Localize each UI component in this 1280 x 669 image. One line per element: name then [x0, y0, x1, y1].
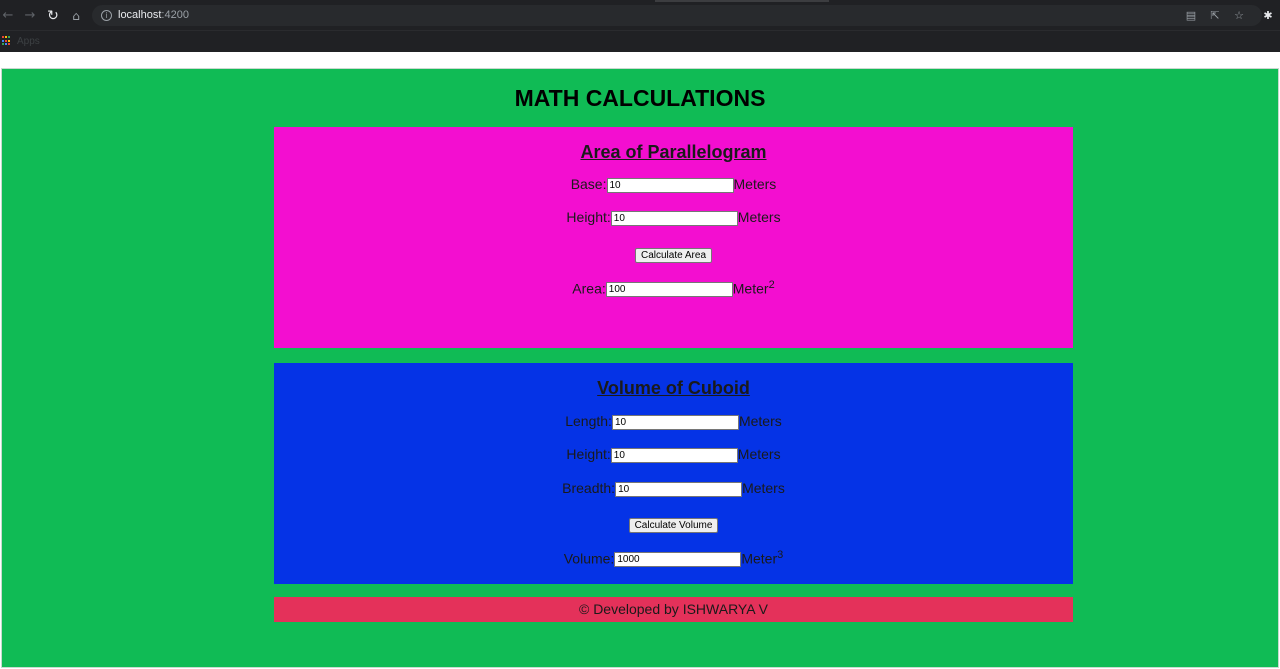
- area-result-exponent: 2: [768, 279, 775, 291]
- area-result-unit: Meter: [732, 280, 769, 297]
- breadth-row: Breadth: Meters: [274, 480, 1073, 497]
- url-host: localhost: [118, 9, 162, 21]
- footer: © Developed by ISHWARYA V: [274, 597, 1073, 622]
- extensions-icon[interactable]: ✱: [1261, 9, 1275, 23]
- apps-label[interactable]: Apps: [17, 36, 40, 47]
- breadth-input[interactable]: [615, 481, 743, 497]
- volume-result-row: Volume: Meter3: [274, 549, 1073, 568]
- length-input[interactable]: [611, 414, 739, 430]
- volume-height-input[interactable]: [610, 447, 738, 463]
- area-result-row: Area: Meter2: [274, 279, 1073, 298]
- star-icon[interactable]: ☆: [1232, 9, 1246, 23]
- base-unit: Meters: [733, 176, 777, 192]
- volume-height-label: Height:: [566, 446, 611, 462]
- page-title: MATH CALCULATIONS: [514, 85, 766, 111]
- page-body: MATH CALCULATIONS Area of Parallelogram …: [1, 68, 1279, 668]
- volume-result-unit: Meter: [741, 550, 778, 567]
- volume-height-unit: Meters: [737, 446, 781, 462]
- base-label: Base:: [570, 176, 607, 192]
- url-text[interactable]: localhost:4200: [118, 9, 189, 21]
- address-bar[interactable]: [92, 5, 1262, 26]
- translate-icon[interactable]: ▤: [1184, 9, 1198, 23]
- info-icon[interactable]: i: [101, 10, 112, 21]
- home-icon[interactable]: ⌂: [68, 8, 84, 24]
- volume-result-label: Volume:: [563, 550, 615, 567]
- length-unit: Meters: [738, 413, 782, 429]
- base-input[interactable]: [606, 177, 734, 193]
- url-port: :4200: [161, 9, 189, 21]
- volume-result-exponent: 3: [777, 549, 784, 561]
- breadth-unit: Meters: [742, 480, 785, 496]
- area-height-unit: Meters: [737, 209, 781, 225]
- bookmarks-bar: Apps: [0, 30, 1280, 52]
- volume-height-row: Height: Meters: [274, 446, 1073, 463]
- area-result-input[interactable]: [605, 282, 733, 298]
- active-tab-indicator: [655, 0, 829, 2]
- share-icon[interactable]: ⇱: [1208, 9, 1222, 23]
- volume-result-input[interactable]: [614, 552, 742, 568]
- area-height-row: Height: Meters: [274, 209, 1073, 226]
- footer-text: © Developed by ISHWARYA V: [578, 601, 769, 617]
- calculate-volume-button[interactable]: Calculate Volume: [628, 518, 719, 533]
- area-heading: Area of Parallelogram: [580, 142, 767, 162]
- back-icon[interactable]: ←: [0, 8, 16, 24]
- forward-icon[interactable]: →: [22, 8, 38, 24]
- area-card: Area of Parallelogram Base: Meters Height…: [274, 127, 1073, 348]
- reload-icon[interactable]: ↻: [45, 8, 61, 24]
- volume-button-row: Calculate Volume: [274, 515, 1073, 533]
- apps-grid-icon[interactable]: [2, 36, 12, 46]
- base-row: Base: Meters: [274, 176, 1073, 193]
- page-top-gap: [0, 52, 1280, 68]
- calculate-area-button[interactable]: Calculate Area: [634, 248, 713, 263]
- length-label: Length:: [565, 413, 612, 429]
- volume-card: Volume of Cuboid Length: Meters Height: Me…: [274, 363, 1073, 584]
- breadth-label: Breadth:: [562, 480, 616, 496]
- volume-heading: Volume of Cuboid: [597, 378, 750, 398]
- area-height-label: Height:: [566, 209, 611, 225]
- area-height-input[interactable]: [610, 210, 738, 226]
- area-result-label: Area:: [572, 280, 606, 297]
- length-row: Length: Meters: [274, 413, 1073, 430]
- browser-toolbar: ← → ↻ ⌂ i localhost:4200 ▤ ⇱ ☆ ✱: [0, 0, 1280, 30]
- area-button-row: Calculate Area: [274, 245, 1073, 263]
